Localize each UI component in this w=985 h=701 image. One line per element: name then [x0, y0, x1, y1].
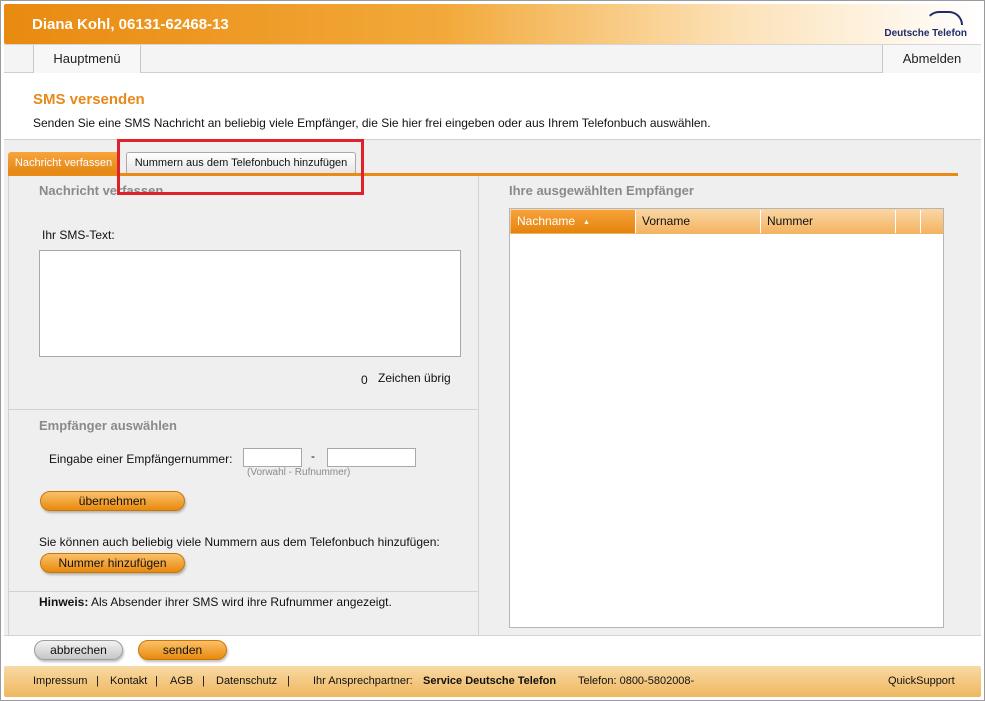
footer-link-impressum[interactable]: Impressum [33, 675, 87, 687]
apply-number-button[interactable]: übernehmen [40, 491, 185, 511]
send-button[interactable]: senden [138, 640, 227, 660]
footer-phone: Telefon: 0800-5802008- [578, 675, 695, 687]
footer-contact-label: Ihr Ansprechpartner: [313, 675, 413, 687]
column-header-scroll [921, 210, 943, 233]
cancel-button[interactable]: abbrechen [34, 640, 123, 660]
column-header-extra [896, 210, 921, 233]
sender-note: Hinweis: Als Absender ihrer SMS wird ihr… [39, 595, 392, 609]
sort-ascending-icon: ▲ [583, 219, 590, 226]
phonebook-info-text: Sie können auch beliebig viele Nummern a… [39, 535, 440, 549]
sms-text-label: Ihr SMS-Text: [42, 228, 115, 242]
recipient-heading: Empfänger auswählen [39, 418, 177, 433]
app-header: Diana Kohl, 06131-62468-13 Deutsche Tele… [4, 4, 981, 44]
footer-separator: | [96, 675, 99, 687]
page-title: SMS versenden [33, 91, 145, 108]
footer-separator: | [202, 675, 205, 687]
number-dash: - [311, 449, 315, 463]
column-lastname-label: Nachname [517, 214, 576, 228]
column-header-number[interactable]: Nummer [761, 210, 896, 233]
column-header-lastname[interactable]: Nachname ▲ [511, 210, 636, 233]
user-title: Diana Kohl, 06131-62468-13 [32, 16, 229, 33]
footer-link-agb[interactable]: AGB [170, 675, 193, 687]
note-text: Als Absender ihrer SMS wird ihre Rufnumm… [91, 595, 392, 609]
grid-header: Nachname ▲ Vorname Nummer [510, 209, 943, 234]
sms-text-input[interactable] [39, 250, 461, 357]
logo-arc-icon [925, 11, 963, 25]
footer-separator: | [155, 675, 158, 687]
chars-remaining-label: Zeichen übrig [378, 371, 451, 385]
page-description: Senden Sie eine SMS Nachricht an beliebi… [33, 116, 711, 130]
phone-number-input[interactable] [327, 448, 416, 467]
selected-recipients-heading: Ihre ausgewählten Empfänger [509, 183, 694, 198]
recipient-number-label: Eingabe einer Empfängernummer: [49, 452, 233, 466]
footer-link-datenschutz[interactable]: Datenschutz [216, 675, 277, 687]
highlight-box [117, 139, 364, 195]
brand-logo: Deutsche Telefon [884, 11, 967, 39]
quicksupport-link[interactable]: QuickSupport [888, 675, 955, 687]
footer: Impressum | Kontakt | AGB | Datenschutz … [4, 666, 981, 697]
tab-compose-message[interactable]: Nachricht verfassen [8, 152, 119, 174]
nav-bar: Hauptmenü Abmelden [4, 44, 981, 73]
logo-text: Deutsche Telefon [884, 28, 967, 39]
footer-contact-name: Service Deutsche Telefon [423, 675, 557, 687]
footer-link-kontakt[interactable]: Kontakt [110, 675, 147, 687]
add-number-button[interactable]: Nummer hinzufügen [40, 553, 185, 573]
number-format-hint: (Vorwahl - Rufnummer) [247, 467, 351, 478]
logout-button[interactable]: Abmelden [882, 45, 981, 73]
main-menu-button[interactable]: Hauptmenü [33, 45, 141, 73]
column-header-firstname[interactable]: Vorname [636, 210, 761, 233]
chars-remaining-count: 0 [361, 373, 368, 387]
footer-separator: | [287, 675, 290, 687]
area-code-input[interactable] [243, 448, 302, 467]
recipients-grid: Nachname ▲ Vorname Nummer [509, 208, 944, 628]
note-label: Hinweis: [39, 595, 89, 609]
